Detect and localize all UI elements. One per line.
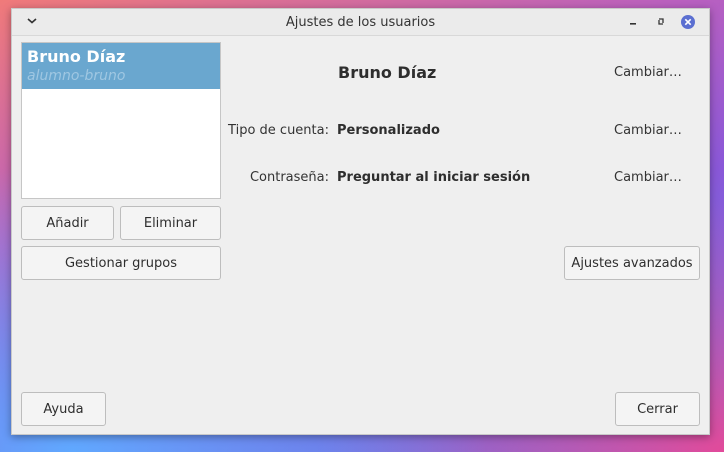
change-name-button[interactable]: Cambiar… [614,65,682,80]
password-value: Preguntar al iniciar sesión [337,170,531,185]
minimize-icon[interactable] [625,14,641,30]
change-password-button[interactable]: Cambiar… [614,170,682,185]
account-type-value: Personalizado [337,123,440,138]
manage-groups-button[interactable]: Gestionar grupos [21,246,221,280]
selected-user-name: Bruno Díaz [338,63,437,82]
add-user-button[interactable]: Añadir [21,206,114,240]
delete-user-button[interactable]: Eliminar [120,206,221,240]
close-button[interactable]: Cerrar [615,392,700,426]
window-title: Ajustes de los usuarios [285,15,436,30]
user-list[interactable]: Bruno Díaz alumno-bruno [21,42,221,199]
user-login-name: alumno-bruno [27,68,126,84]
change-account-type-button[interactable]: Cambiar… [614,123,682,138]
maximize-icon[interactable] [653,14,669,30]
users-settings-window: Ajustes de los usuarios Bruno Díaz alumn… [11,8,710,435]
list-item[interactable]: Bruno Díaz alumno-bruno [22,43,220,89]
password-label: Contraseña: [249,170,329,185]
account-type-label: Tipo de cuenta: [228,123,329,138]
advanced-settings-button[interactable]: Ajustes avanzados [564,246,700,280]
help-button[interactable]: Ayuda [21,392,106,426]
user-full-name: Bruno Díaz [27,47,126,66]
close-icon[interactable] [680,14,696,30]
title-bar[interactable]: Ajustes de los usuarios [12,9,709,36]
